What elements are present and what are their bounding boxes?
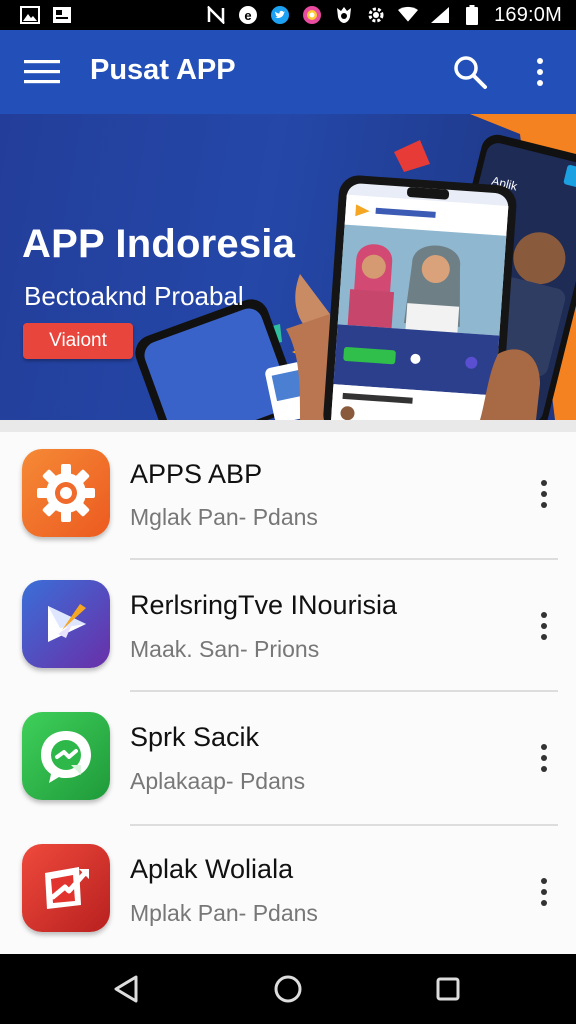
system-navigation-bar <box>0 954 576 1024</box>
banner-subtitle: Bectoaknd Proabal <box>24 281 244 311</box>
search-button[interactable] <box>452 54 488 90</box>
banner-title: APP Indoresia <box>22 222 296 266</box>
browser-icon <box>302 6 322 24</box>
menu-icon <box>24 60 60 84</box>
app-name: Sprk Sacik <box>130 722 260 752</box>
list-item[interactable]: Aplak Woliala Mplak Pan- Pdans <box>0 830 576 962</box>
app-subtitle: Mplak Pan- Pdans <box>130 900 318 926</box>
app-subtitle: Maak. San- Prions <box>130 636 320 662</box>
overflow-menu-button[interactable] <box>528 56 552 90</box>
app-bar: Pusat APP <box>0 30 576 114</box>
more-vert-icon <box>537 58 543 86</box>
item-overflow-button[interactable] <box>532 876 556 910</box>
app-name: RerlsringTve INourisia <box>130 590 398 620</box>
more-vert-icon <box>541 480 547 508</box>
banner-illustration: Aplik <box>135 114 576 420</box>
more-vert-icon <box>541 744 547 772</box>
gear-icon <box>22 449 110 537</box>
list-item[interactable]: Sprk Sacik Aplakaap- Pdans <box>0 696 576 828</box>
shield-icon <box>334 6 354 24</box>
chat-bubble-icon <box>22 712 110 800</box>
list-separator <box>130 558 558 560</box>
item-overflow-button[interactable] <box>532 478 556 512</box>
back-button[interactable] <box>108 971 144 1007</box>
nfc-off-icon <box>206 6 226 24</box>
promo-banner[interactable]: Aplik APP Indoresia Bectoaknd Proabal Vi… <box>0 114 576 420</box>
banner-cta-button[interactable]: Viaiont <box>23 323 133 359</box>
list-separator <box>130 690 558 692</box>
search-icon <box>454 56 487 89</box>
more-vert-icon <box>541 612 547 640</box>
back-icon <box>114 975 138 1003</box>
battery-icon <box>462 5 482 25</box>
list-separator <box>130 824 558 826</box>
app-name: APPS ABP <box>130 459 263 489</box>
item-overflow-button[interactable] <box>532 610 556 644</box>
app-title: Pusat APP <box>90 54 236 86</box>
image-icon <box>20 6 40 24</box>
app-subtitle: Aplakaap- Pdans <box>130 768 306 794</box>
home-icon <box>274 975 302 1003</box>
gallery-icon <box>52 6 72 24</box>
twitter-icon <box>270 6 290 24</box>
recents-icon <box>436 977 460 1001</box>
item-overflow-button[interactable] <box>532 742 556 776</box>
status-bar: e 169:0M <box>0 0 576 30</box>
list-item[interactable]: APPS ABP Mglak Pan- Pdans <box>0 432 576 564</box>
recents-button[interactable] <box>430 971 466 1007</box>
settings-icon <box>366 6 386 24</box>
wifi-icon <box>398 6 419 24</box>
app-list: APPS ABP Mglak Pan- Pdans RerlsringTve I… <box>0 432 576 954</box>
signal-icon <box>430 6 450 24</box>
list-item[interactable]: RerlsringTve INourisia Maak. San- Prions <box>0 564 576 696</box>
trend-arrow-icon <box>22 844 110 932</box>
e-app-icon: e <box>238 6 258 24</box>
more-vert-icon <box>541 878 547 906</box>
clock: 169:0M <box>494 3 562 26</box>
home-button[interactable] <box>270 971 306 1007</box>
app-subtitle: Mglak Pan- Pdans <box>130 504 318 530</box>
app-name: Aplak Woliala <box>130 854 294 884</box>
menu-button[interactable] <box>24 58 60 86</box>
section-divider <box>0 420 576 432</box>
paper-plane-icon <box>22 580 110 668</box>
svg-text:e: e <box>244 8 251 23</box>
